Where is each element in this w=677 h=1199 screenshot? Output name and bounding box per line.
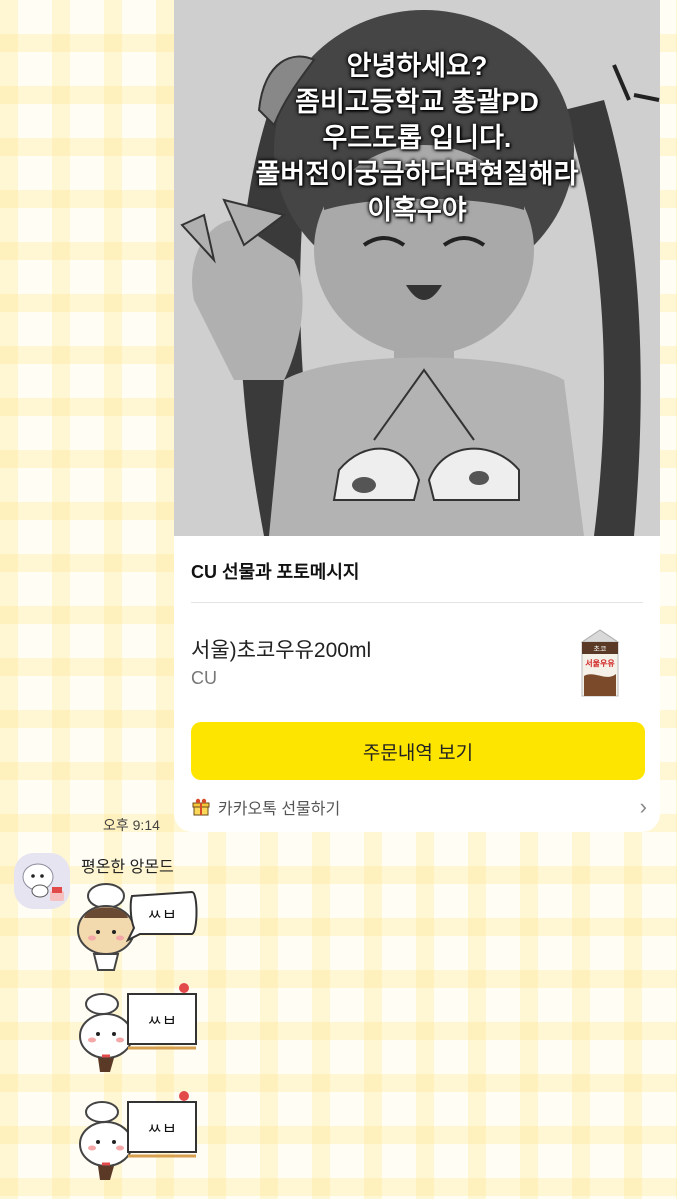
order-history-button[interactable]: 주문내역 보기 bbox=[191, 722, 645, 780]
photo-overlay-text: 안녕하세요? 좀비고등학교 총괄PD 우드도롭 입니다. 풀버전이궁금하다면현질… bbox=[174, 48, 660, 228]
milk-carton-top-text: 초코 bbox=[594, 645, 607, 653]
overlay-line: 이혹우야 bbox=[367, 195, 467, 225]
overlay-line: 좀비고등학교 총괄PD bbox=[295, 87, 539, 117]
sticker-text: ㅆㅂ bbox=[147, 1119, 176, 1138]
gift-card-title: CU 선물과 포토메시지 bbox=[191, 562, 360, 582]
sticker-chef-sign[interactable]: ㅆㅂ bbox=[76, 1090, 202, 1184]
gift-icon bbox=[192, 798, 210, 816]
milk-carton-brand-text: 서울우유 bbox=[585, 658, 615, 668]
sticker-chef-speech[interactable]: ㅆㅂ bbox=[74, 878, 202, 974]
product-name: 서울)초코우유200ml bbox=[191, 639, 372, 662]
chevron-right-icon: › bbox=[639, 794, 647, 819]
avatar-icon bbox=[14, 853, 70, 909]
milk-carton-image: 초코 서울우유 bbox=[580, 629, 620, 697]
product-brand: CU bbox=[191, 668, 217, 688]
divider bbox=[191, 602, 643, 603]
kakao-gift-label: 카카오톡 선물하기 bbox=[218, 801, 341, 818]
avatar[interactable] bbox=[14, 853, 70, 909]
sticker-text: ㅆㅂ bbox=[147, 905, 176, 924]
overlay-line: 우드도롭 입니다. bbox=[322, 123, 512, 153]
overlay-line: 풀버전이궁금하다면현질해라 bbox=[255, 159, 579, 189]
kakao-gift-link[interactable]: 카카오톡 선물하기 › bbox=[191, 792, 647, 822]
message-time: 오후 9:14 bbox=[103, 817, 160, 833]
overlay-line: 안녕하세요? bbox=[346, 51, 488, 81]
gift-card[interactable]: 안녕하세요? 좀비고등학교 총괄PD 우드도롭 입니다. 풀버전이궁금하다면현질… bbox=[174, 0, 660, 832]
gift-photo: 안녕하세요? 좀비고등학교 총괄PD 우드도롭 입니다. 풀버전이궁금하다면현질… bbox=[174, 0, 660, 536]
sender-name: 평온한 앙몬드 bbox=[81, 859, 174, 876]
sticker-text: ㅆㅂ bbox=[147, 1011, 176, 1030]
sticker-chef-sign[interactable]: ㅆㅂ bbox=[76, 982, 202, 1076]
